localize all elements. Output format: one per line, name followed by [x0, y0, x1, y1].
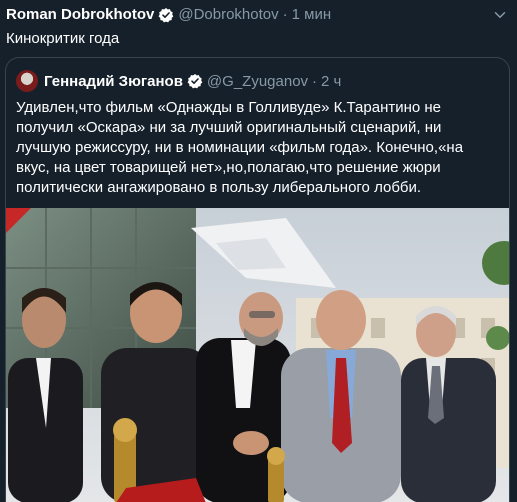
tweet[interactable]: Roman Dobrokhotov @Dobrokhotov · 1 мин К… — [0, 0, 517, 502]
group-photo[interactable] — [6, 208, 510, 502]
chevron-down-icon[interactable] — [491, 6, 509, 24]
avatar[interactable] — [16, 70, 38, 92]
quoted-tweet-header: Геннадий Зюганов @G_Zyuganov · 2 ч — [16, 70, 341, 92]
tweet-text: Кинокритик года — [6, 30, 120, 47]
quoted-timestamp[interactable]: 2 ч — [321, 73, 341, 90]
verified-badge-icon — [187, 74, 203, 89]
author-handle[interactable]: @Dobrokhotov — [178, 6, 278, 23]
quoted-tweet[interactable]: Геннадий Зюганов @G_Zyuganov · 2 ч Удивл… — [5, 57, 510, 502]
author-name[interactable]: Roman Dobrokhotov — [6, 6, 154, 23]
quoted-author-name[interactable]: Геннадий Зюганов — [44, 73, 183, 90]
separator-dot: · — [312, 72, 318, 90]
verified-badge-icon — [158, 7, 174, 22]
tweet-header: Roman Dobrokhotov @Dobrokhotov · 1 мин — [6, 6, 331, 23]
quoted-author-handle[interactable]: @G_Zyuganov — [207, 73, 308, 90]
separator-dot: · — [282, 6, 288, 23]
quoted-tweet-text: Удивлен,что фильм «Однажды в Голливуде» … — [16, 99, 464, 196]
timestamp[interactable]: 1 мин — [292, 6, 332, 23]
